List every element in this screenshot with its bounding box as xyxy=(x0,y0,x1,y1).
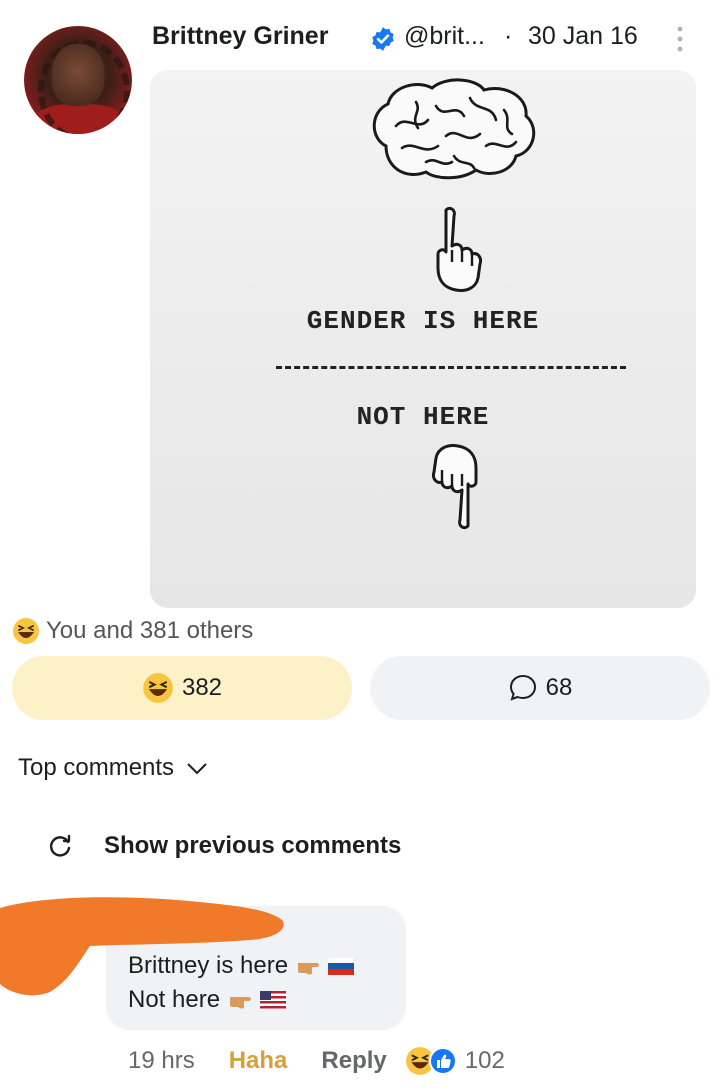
author-handle[interactable]: @brit... xyxy=(404,22,485,51)
comment-sort-label: Top comments xyxy=(18,754,175,781)
shirt-text-top: GENDER IS HERE xyxy=(306,306,540,336)
reaction-summary-text: You and 381 others xyxy=(46,617,254,644)
comment-reactions[interactable]: 102 xyxy=(405,1046,505,1076)
russia-flag-icon xyxy=(328,957,355,975)
chevron-down-icon xyxy=(187,763,207,775)
refresh-icon xyxy=(49,834,71,857)
shirt-text-bottom: NOT HERE xyxy=(356,402,490,432)
meta-separator: · xyxy=(504,22,513,50)
like-icon xyxy=(428,1047,457,1075)
haha-emoji-icon xyxy=(143,673,173,703)
more-options-icon[interactable] xyxy=(674,24,686,54)
haha-count: 382 xyxy=(181,674,223,701)
haha-emoji-icon xyxy=(13,618,39,644)
comment-button[interactable]: 68 xyxy=(370,656,710,720)
redaction-mark xyxy=(0,897,284,996)
avatar-face xyxy=(52,44,104,106)
comment-reply-button[interactable]: Reply xyxy=(321,1047,386,1075)
comment-haha-button[interactable]: Haha xyxy=(229,1047,288,1075)
verified-badge-icon xyxy=(372,27,394,51)
author-avatar[interactable] xyxy=(24,26,132,134)
show-previous-label: Show previous comments xyxy=(104,832,402,859)
comment-text-2: Not here xyxy=(128,986,221,1013)
reaction-summary[interactable]: You and 381 others xyxy=(12,616,253,646)
comment-bubble-icon xyxy=(509,674,536,701)
pointing-right-hand-icon xyxy=(230,997,252,1009)
post-image[interactable]: GENDER IS HERE NOT HERE xyxy=(150,70,696,608)
brain-icon xyxy=(372,78,536,180)
comment-sort-dropdown[interactable]: Top comments xyxy=(18,754,210,782)
comment-count: 68 xyxy=(545,674,573,701)
pointing-right-hand-icon xyxy=(298,963,320,975)
show-previous-comments[interactable]: Show previous comments xyxy=(46,832,401,860)
comment-line-1: Brittney is here xyxy=(128,952,355,980)
comment-reaction-count: 102 xyxy=(464,1047,505,1074)
haha-reaction-button[interactable]: 382 xyxy=(12,656,352,720)
pointing-down-hand-icon xyxy=(432,444,478,530)
shirt-dashed-line xyxy=(276,366,626,369)
pointing-up-hand-icon xyxy=(436,206,482,292)
comment-line-2: Not here xyxy=(128,986,287,1014)
comment-text-1: Brittney is here xyxy=(128,952,289,979)
comment-time[interactable]: 19 hrs xyxy=(128,1047,195,1075)
comment-actions: 19 hrs Haha Reply 102 xyxy=(128,1046,505,1076)
post-date[interactable]: 30 Jan 16 xyxy=(528,22,638,51)
author-name[interactable]: Brittney Griner xyxy=(152,22,328,51)
usa-flag-icon xyxy=(260,991,287,1009)
